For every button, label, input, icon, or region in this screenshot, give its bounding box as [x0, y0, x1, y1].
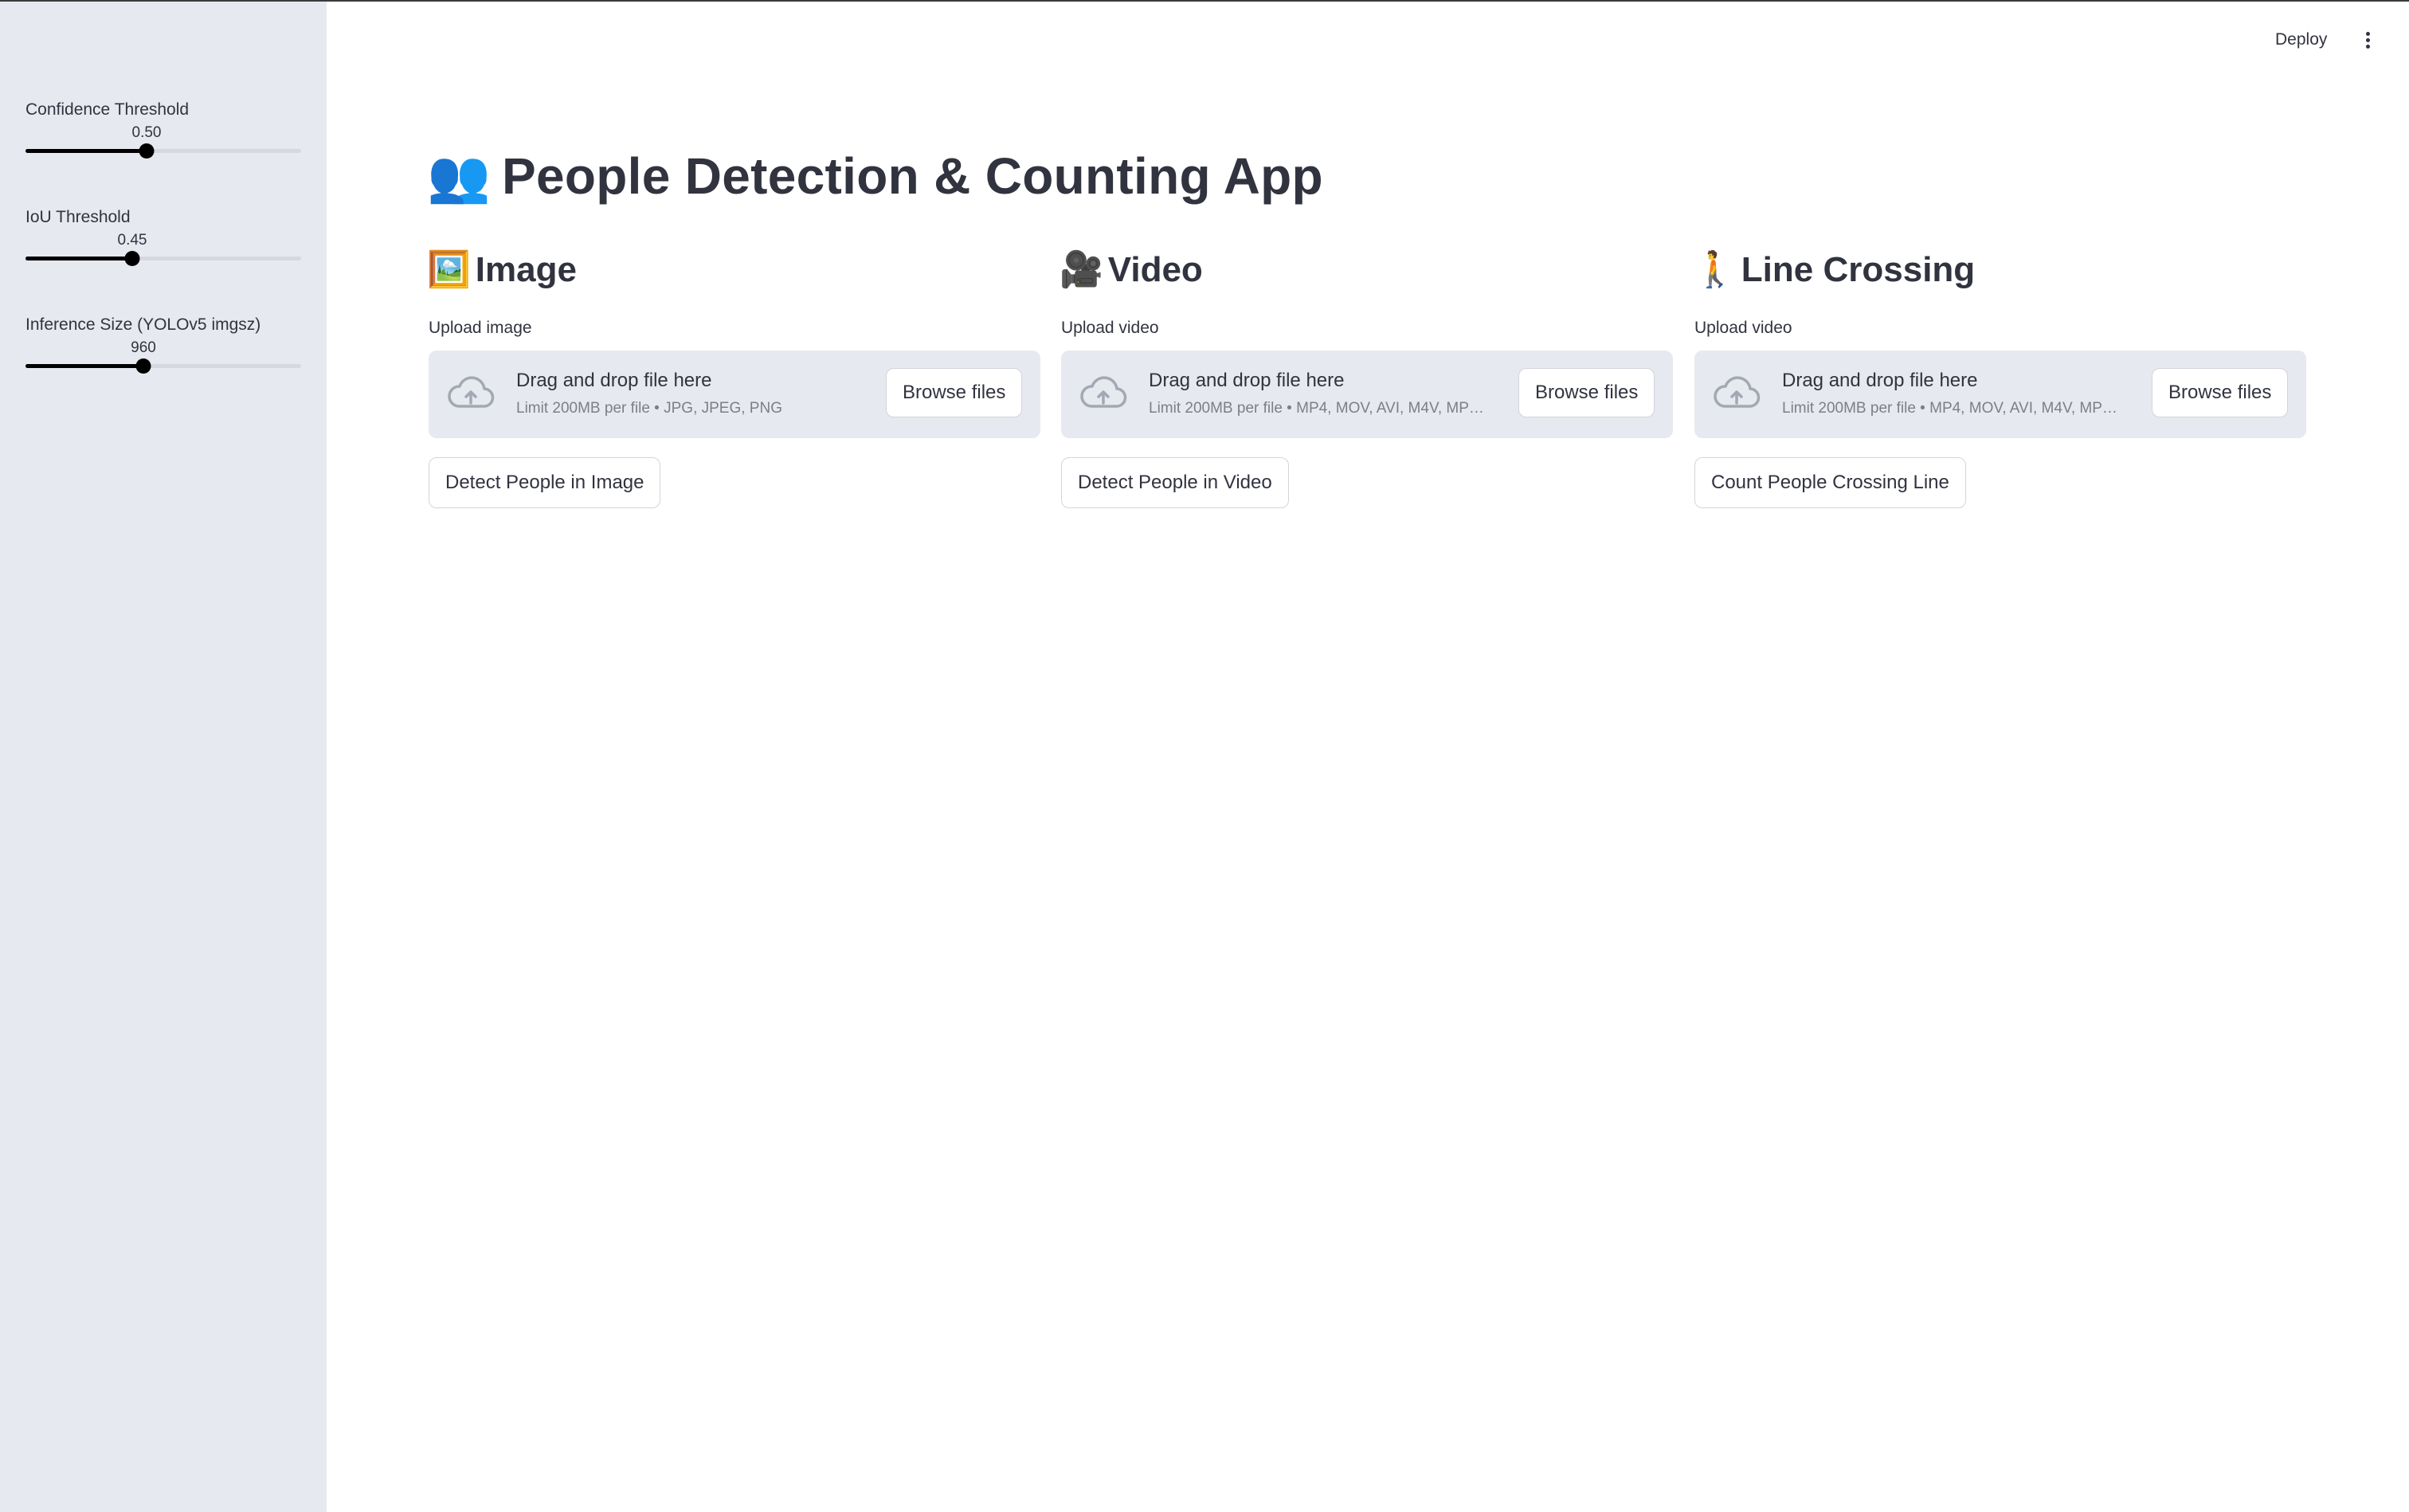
framed-picture-icon: 🖼️ [427, 250, 471, 289]
confidence-slider-thumb[interactable] [139, 143, 155, 159]
video-heading: 🎥 Video [1060, 249, 1203, 290]
cloud-upload-icon [1080, 376, 1127, 408]
browse-files-button[interactable]: Browse files [2152, 368, 2289, 417]
person-walking-icon: 🚶 [1693, 250, 1737, 289]
inference-size-slider-value: 960 [131, 339, 156, 356]
iou-slider-label: IoU Threshold [25, 208, 131, 226]
confidence-slider-label: Confidence Threshold [25, 100, 190, 119]
inference-size-slider-label: Inference Size (YOLOv5 imgsz) [25, 315, 261, 334]
image-heading-text: Image [475, 250, 577, 289]
cloud-upload-icon [448, 376, 495, 408]
dropzone-limit-text: Limit 200MB per file • JPG, JPEG, PNG [516, 400, 782, 417]
video-file-dropzone[interactable]: Drag and drop file here Limit 200MB per … [1061, 351, 1673, 438]
dropzone-limit-text: Limit 200MB per file • MP4, MOV, AVI, M4… [1149, 400, 1484, 417]
iou-slider-thumb[interactable] [124, 251, 140, 266]
video-heading-text: Video [1107, 250, 1203, 289]
page-title: 👥 People Detection & Counting App [427, 147, 1323, 206]
people-icon: 👥 [427, 147, 491, 205]
inference-size-slider-thumb[interactable] [135, 358, 151, 374]
dropzone-title: Drag and drop file here [1149, 370, 1345, 391]
deploy-button[interactable]: Deploy [2267, 25, 2335, 54]
iou-slider-track[interactable] [25, 251, 301, 266]
line-crossing-heading: 🚶 Line Crossing [1693, 249, 1975, 290]
video-camera-icon: 🎥 [1060, 250, 1103, 289]
inference-size-slider-fill [25, 364, 143, 368]
dropzone-limit-text: Limit 200MB per file • MP4, MOV, AVI, M4… [1782, 400, 2117, 417]
confidence-slider-fill [25, 149, 147, 153]
detect-people-image-button[interactable]: Detect People in Image [429, 457, 661, 508]
inference-size-slider-track[interactable] [25, 358, 301, 374]
page-title-text: People Detection & Counting App [502, 147, 1323, 205]
confidence-slider-value: 0.50 [131, 124, 162, 141]
upload-video-label: Upload video [1694, 319, 1792, 337]
upload-image-label: Upload image [429, 319, 532, 337]
cloud-upload-icon [1714, 376, 1761, 408]
browse-files-button[interactable]: Browse files [886, 368, 1023, 417]
line-crossing-file-dropzone[interactable]: Drag and drop file here Limit 200MB per … [1694, 351, 2306, 438]
browse-files-button[interactable]: Browse files [1518, 368, 1655, 417]
count-people-crossing-line-button[interactable]: Count People Crossing Line [1694, 457, 1966, 508]
iou-slider-fill [25, 257, 132, 260]
more-vertical-icon[interactable] [2353, 25, 2382, 54]
confidence-slider-track[interactable] [25, 143, 301, 159]
sidebar: Confidence Threshold 0.50 IoU Threshold … [0, 2, 327, 1512]
app-root: Confidence Threshold 0.50 IoU Threshold … [0, 0, 2409, 1512]
image-file-dropzone[interactable]: Drag and drop file here Limit 200MB per … [429, 351, 1040, 438]
detect-people-video-button[interactable]: Detect People in Video [1061, 457, 1289, 508]
upload-video-label: Upload video [1061, 319, 1159, 337]
dropzone-title: Drag and drop file here [1782, 370, 1978, 391]
line-crossing-heading-text: Line Crossing [1741, 250, 1976, 289]
iou-slider-value: 0.45 [117, 232, 147, 249]
dropzone-title: Drag and drop file here [516, 370, 712, 391]
image-heading: 🖼️ Image [427, 249, 577, 290]
